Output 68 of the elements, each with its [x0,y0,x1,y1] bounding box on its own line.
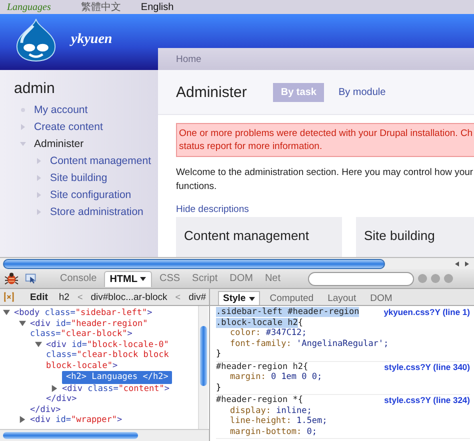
html-node[interactable]: </div> [30,404,196,415]
side-panel-tab[interactable]: Computed [266,292,318,305]
css-declaration[interactable]: display: inline; [216,406,470,416]
path-separator: < [175,292,181,302]
closing-brace: } [216,382,222,393]
horizontal-scrollbar[interactable] [0,257,474,269]
intro-text: Welcome to the administration section. Here you may control how your functions. [176,166,474,194]
path-node-button[interactable]: div# [186,292,209,302]
expanded-arrow-icon[interactable] [3,309,10,316]
css-declaration[interactable]: margin-bottom: 0; [216,426,470,437]
css-selector: .sidebar-left #header-region .block-locale h2{ [216,307,360,328]
sidebar-menu-item[interactable]: Site building [50,172,108,184]
html-node[interactable]: <body class="sidebar-left"> [14,308,196,318]
stylesheet-link[interactable]: ykyuen.css?Y (line 1) [384,307,470,328]
caret-icon [140,277,146,281]
panel-title: Site building [364,228,435,243]
collapsed-arrow-icon[interactable] [19,416,26,423]
sidebar-title: admin [14,80,56,97]
html-node[interactable]: <div class="content"> [62,384,196,394]
page-title: Administer [176,84,247,100]
sidebar-menu-item[interactable]: Site configuration [50,188,132,200]
css-declaration[interactable]: line-height: 1.5em; [216,416,470,426]
drop-logo [15,18,57,62]
scroll-arrows-icon[interactable] [454,260,470,266]
site-name[interactable]: ykyuen [71,32,112,48]
sidebar-menu-item[interactable]: My account [34,104,88,116]
expanded-arrow-icon[interactable] [19,320,26,326]
expanded-arrow-icon[interactable] [35,340,42,348]
path-node-button[interactable]: h2 [56,292,72,302]
panel-tab[interactable]: HTML [104,270,152,286]
sidebar-menu-item[interactable]: Content management [50,154,151,166]
hide-descriptions-link[interactable]: Hide descriptions [176,204,474,215]
caret-icon [248,296,255,300]
css-declaration[interactable]: color: #347C12; [216,328,470,338]
sidebar-menu-item[interactable]: Create content [34,120,103,132]
side-panel-tab[interactable]: Style [218,291,260,305]
language-link[interactable]: English [140,2,174,12]
edit-button[interactable]: Edit [26,292,51,302]
stylesheet-link[interactable]: style.css?Y (line 340) [384,362,470,372]
bug-icon[interactable] [4,272,19,285]
css-selector: #header-region *{ [216,395,304,406]
sidebar-menu-item[interactable]: Store administration [50,206,144,218]
language-block-title: Languages [7,2,51,12]
html-node[interactable]: </div> [46,394,196,404]
css-declaration[interactable]: font-family: 'AngelinaRegular'; [216,338,470,349]
path-node-button[interactable]: div#bloc...ar-block [88,292,170,302]
tab[interactable]: By module [330,82,394,102]
horizontal-scrollbar[interactable] [0,429,209,441]
collapsed-arrow-icon[interactable] [51,384,58,392]
css-selector: #header-region h2{ [216,362,308,372]
html-node[interactable]: <div id="header-region" class="clear-block"> [30,318,196,340]
vertical-scrollbar[interactable] [198,306,208,429]
error-message: One or more problems were detected with your Drupal installation. Ch status report for more information. [176,123,474,157]
braces-icon[interactable] [4,292,14,302]
html-node[interactable]: <div id="wrapper"> [30,415,196,426]
stylesheet-link[interactable]: style.css?Y (line 324) [384,395,470,406]
search-field[interactable] [308,272,414,286]
path-separator: < [77,292,83,302]
closing-brace: } [216,349,222,360]
sidebar-menu-item[interactable]: Administer [34,138,84,150]
panel-title: Content management [184,228,310,243]
html-node[interactable]: <div id="block-locale-0" class="clear-block block block-locale"> [46,340,196,371]
inspect-icon[interactable] [25,273,37,284]
language-link[interactable]: 繁體中文 [80,0,121,14]
side-panel-tab[interactable]: Layout [324,292,360,305]
css-declaration[interactable]: margin: 0 1em 0 0; [216,372,470,382]
html-node[interactable]: <h2> Languages </h2> [62,371,172,384]
side-panel-tab[interactable]: DOM [366,292,396,305]
